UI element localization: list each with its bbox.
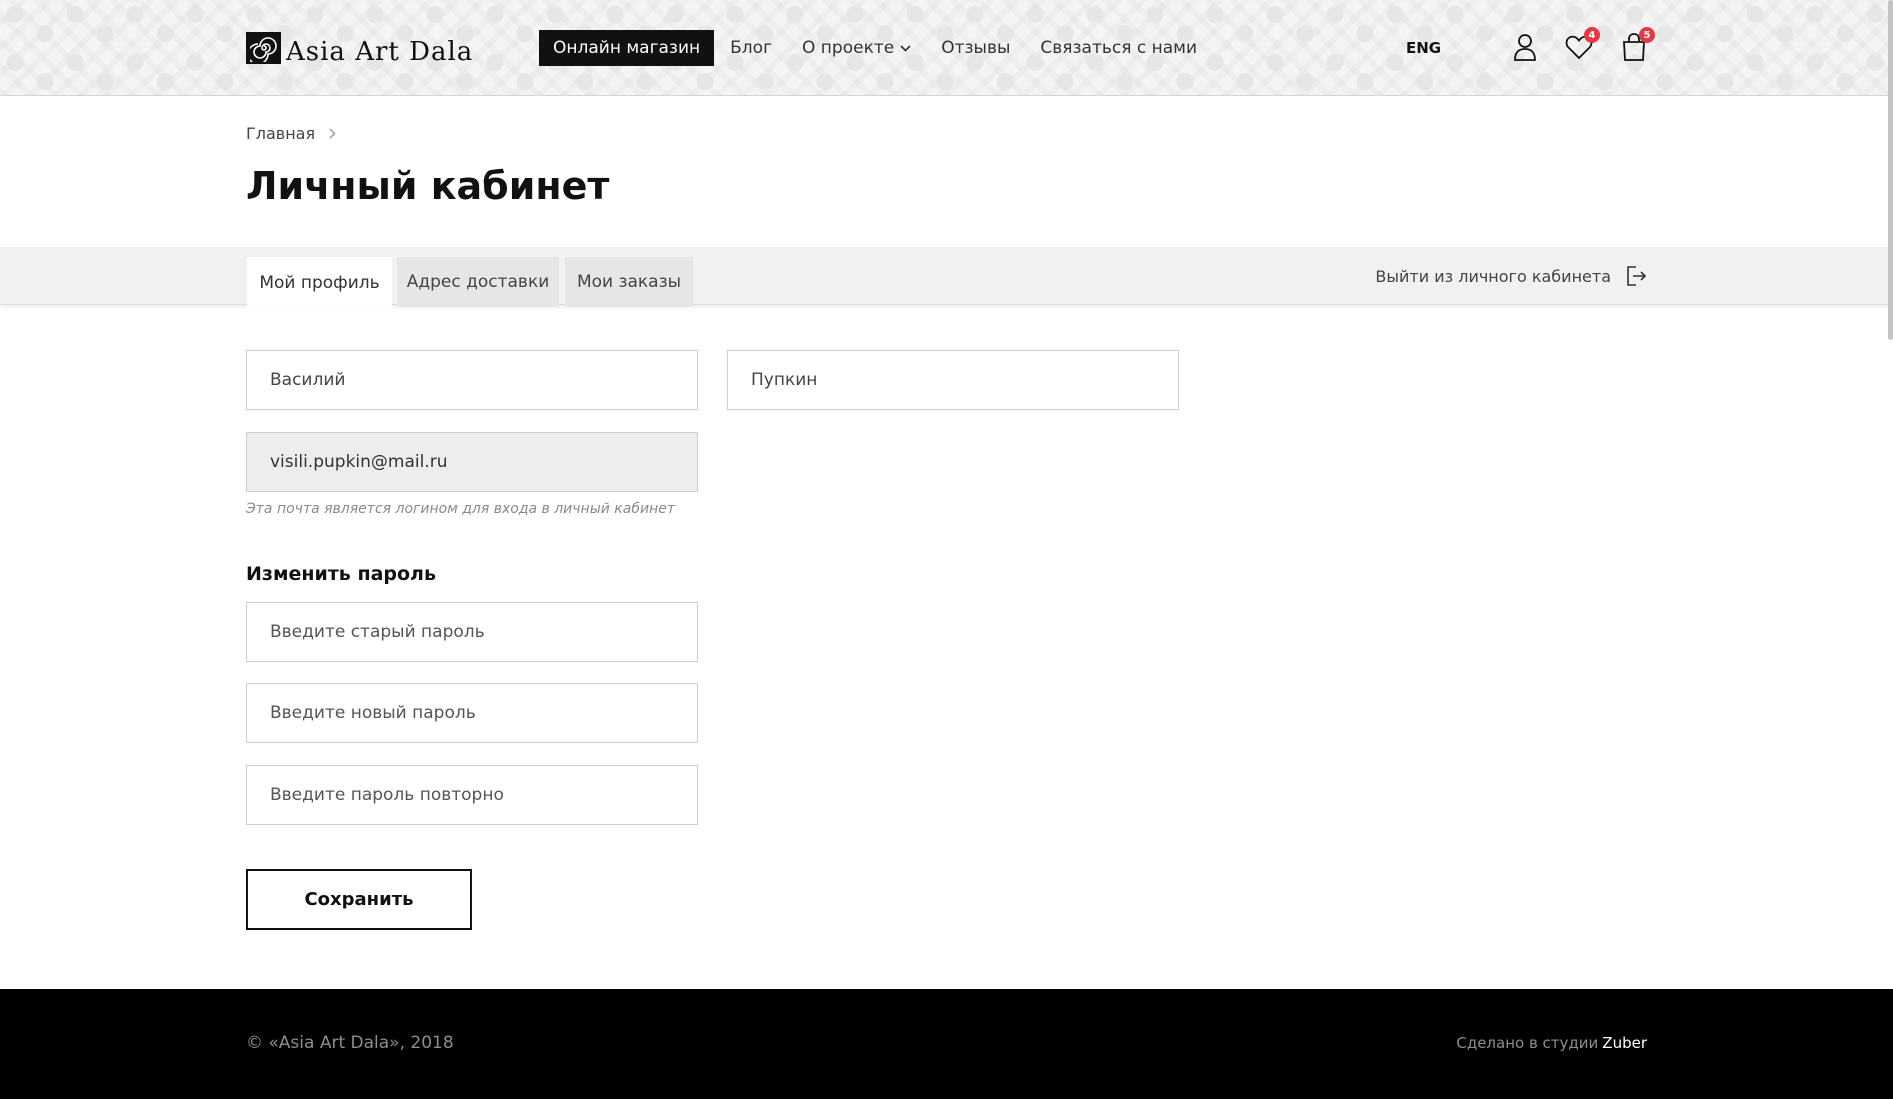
last-name-field[interactable] xyxy=(727,350,1179,410)
repeat-password-field[interactable] xyxy=(246,765,698,825)
tab-delivery-address[interactable]: Адрес доставки xyxy=(397,257,559,307)
change-password-title: Изменить пароль xyxy=(246,563,436,585)
main-nav: Онлайн магазин Блог О проекте Отзывы Свя… xyxy=(539,30,1227,66)
cart-button[interactable]: 5 xyxy=(1619,27,1655,63)
page-scrollbar[interactable] xyxy=(1888,0,1893,340)
logo-spiral-icon xyxy=(246,32,281,64)
save-button[interactable]: Сохранить xyxy=(246,869,472,930)
nav-online-shop[interactable]: Онлайн магазин xyxy=(539,30,715,66)
site-header: Asia Art Dala Онлайн магазин Блог О прое… xyxy=(0,0,1893,96)
logo[interactable]: Asia Art Dala xyxy=(246,31,474,67)
chevron-down-icon xyxy=(900,44,911,52)
nav-about-project[interactable]: О проекте xyxy=(802,38,911,58)
nav-blog[interactable]: Блог xyxy=(730,38,772,58)
footer-studio-link[interactable]: Zuber xyxy=(1602,1034,1647,1052)
favorites-button[interactable]: 4 xyxy=(1564,27,1600,63)
cart-count-badge: 5 xyxy=(1639,27,1655,43)
logout-label: Выйти из личного кабинета xyxy=(1375,266,1611,286)
breadcrumb-home-link[interactable]: Главная xyxy=(246,124,315,143)
footer-studio-credit: Сделано в студии Zuber xyxy=(1456,1034,1647,1052)
logout-icon xyxy=(1625,265,1647,287)
email-hint: Эта почта является логином для входа в л… xyxy=(246,501,675,517)
tab-my-profile[interactable]: Мой профиль xyxy=(247,257,392,309)
footer-copyright: © «Asia Art Dala», 2018 xyxy=(246,1033,454,1053)
nav-reviews[interactable]: Отзывы xyxy=(941,38,1010,58)
nav-contact[interactable]: Связаться с нами xyxy=(1040,38,1197,58)
old-password-field[interactable] xyxy=(246,602,698,662)
account-tabs-bar: Мой профиль Адрес доставки Мои заказы Вы… xyxy=(0,247,1893,309)
new-password-field[interactable] xyxy=(246,683,698,743)
breadcrumb: Главная xyxy=(246,124,336,143)
logout-link[interactable]: Выйти из личного кабинета xyxy=(1375,265,1647,287)
site-footer: © «Asia Art Dala», 2018 Сделано в студии… xyxy=(0,989,1893,1099)
nav-about-project-label: О проекте xyxy=(802,38,895,58)
user-icon[interactable] xyxy=(1510,31,1540,63)
footer-studio-prefix: Сделано в студии xyxy=(1456,1034,1599,1052)
logo-text: Asia Art Dala xyxy=(286,37,474,67)
chevron-right-icon xyxy=(329,128,336,139)
language-switch[interactable]: ENG xyxy=(1406,39,1441,57)
email-field[interactable] xyxy=(246,432,698,492)
first-name-field[interactable] xyxy=(246,350,698,410)
tab-my-orders[interactable]: Мои заказы xyxy=(565,257,693,307)
page-title: Личный кабинет xyxy=(246,164,610,208)
favorites-count-badge: 4 xyxy=(1584,27,1600,43)
